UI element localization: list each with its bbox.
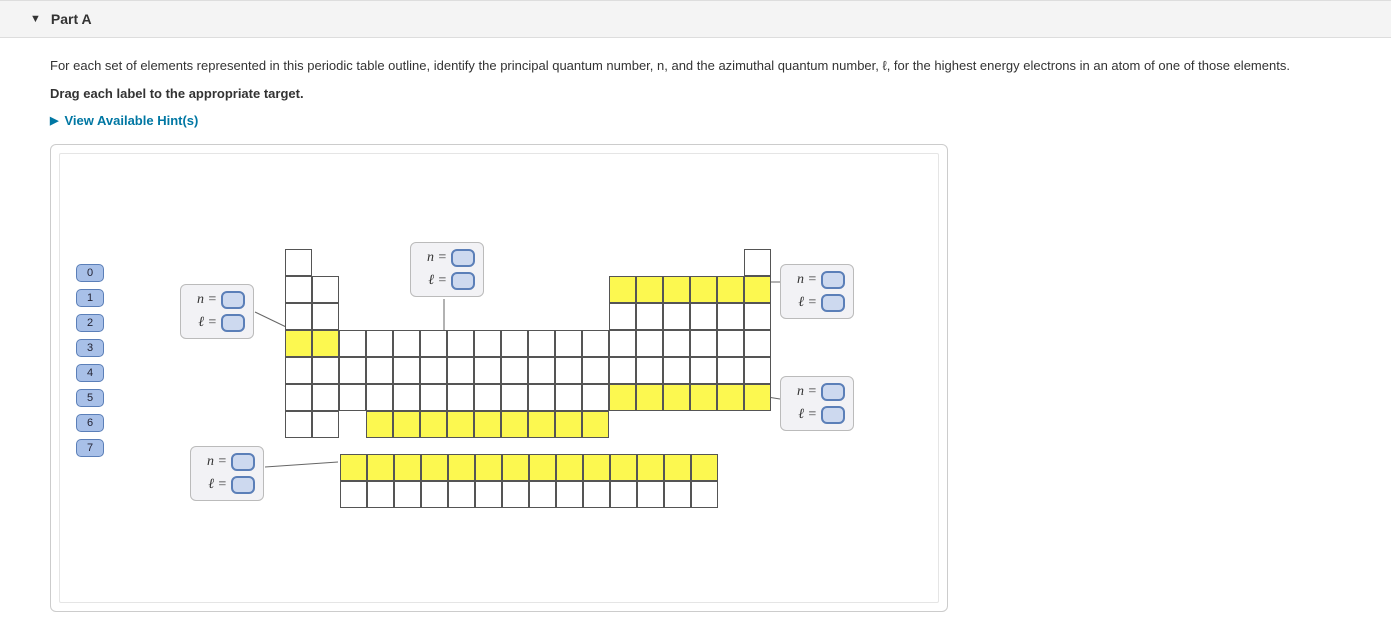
- periodic-table-fblock: [340, 454, 718, 508]
- drop-slot-l[interactable]: [231, 476, 255, 494]
- drop-slot-l[interactable]: [821, 294, 845, 312]
- instruction-text: Drag each label to the appropriate targe…: [50, 86, 1341, 101]
- drop-target-1: n = ℓ =: [180, 284, 254, 339]
- chip-2[interactable]: 2: [76, 314, 104, 332]
- chip-0[interactable]: 0: [76, 264, 104, 282]
- periodic-table-main: [285, 249, 771, 438]
- n-label: n =: [789, 384, 817, 400]
- chip-5[interactable]: 5: [76, 389, 104, 407]
- n-label: n =: [789, 272, 817, 288]
- drop-target-3: n = ℓ =: [780, 264, 854, 319]
- l-label: ℓ =: [199, 477, 227, 493]
- drop-slot-n[interactable]: [221, 291, 245, 309]
- l-label: ℓ =: [189, 315, 217, 331]
- n-label: n =: [199, 454, 227, 470]
- part-header[interactable]: ▼ Part A: [0, 0, 1391, 38]
- drop-target-4: n = ℓ =: [780, 376, 854, 431]
- drop-slot-l[interactable]: [221, 314, 245, 332]
- content-area: For each set of elements represented in …: [0, 38, 1391, 630]
- l-label: ℓ =: [789, 407, 817, 423]
- label-pool: 0 1 2 3 4 5 6 7: [76, 264, 104, 457]
- workspace: Reset Help 0 1 2 3 4 5 6 7: [50, 144, 948, 612]
- chip-1[interactable]: 1: [76, 289, 104, 307]
- drop-slot-l[interactable]: [821, 406, 845, 424]
- hints-label: View Available Hint(s): [64, 113, 198, 128]
- expand-triangle-icon: ▶: [50, 114, 58, 127]
- question-text: For each set of elements represented in …: [50, 56, 1341, 76]
- n-label: n =: [189, 292, 217, 308]
- drop-slot-n[interactable]: [821, 271, 845, 289]
- drag-drop-stage: 0 1 2 3 4 5 6 7 n = ℓ =: [59, 153, 939, 603]
- l-label: ℓ =: [789, 295, 817, 311]
- chip-6[interactable]: 6: [76, 414, 104, 432]
- drop-slot-n[interactable]: [821, 383, 845, 401]
- chip-7[interactable]: 7: [76, 439, 104, 457]
- chip-4[interactable]: 4: [76, 364, 104, 382]
- hints-toggle[interactable]: ▶ View Available Hint(s): [50, 113, 1341, 128]
- drop-target-5: n = ℓ =: [190, 446, 264, 501]
- part-title: Part A: [51, 11, 92, 27]
- chip-3[interactable]: 3: [76, 339, 104, 357]
- collapse-triangle-icon: ▼: [30, 13, 41, 25]
- drop-slot-n[interactable]: [231, 453, 255, 471]
